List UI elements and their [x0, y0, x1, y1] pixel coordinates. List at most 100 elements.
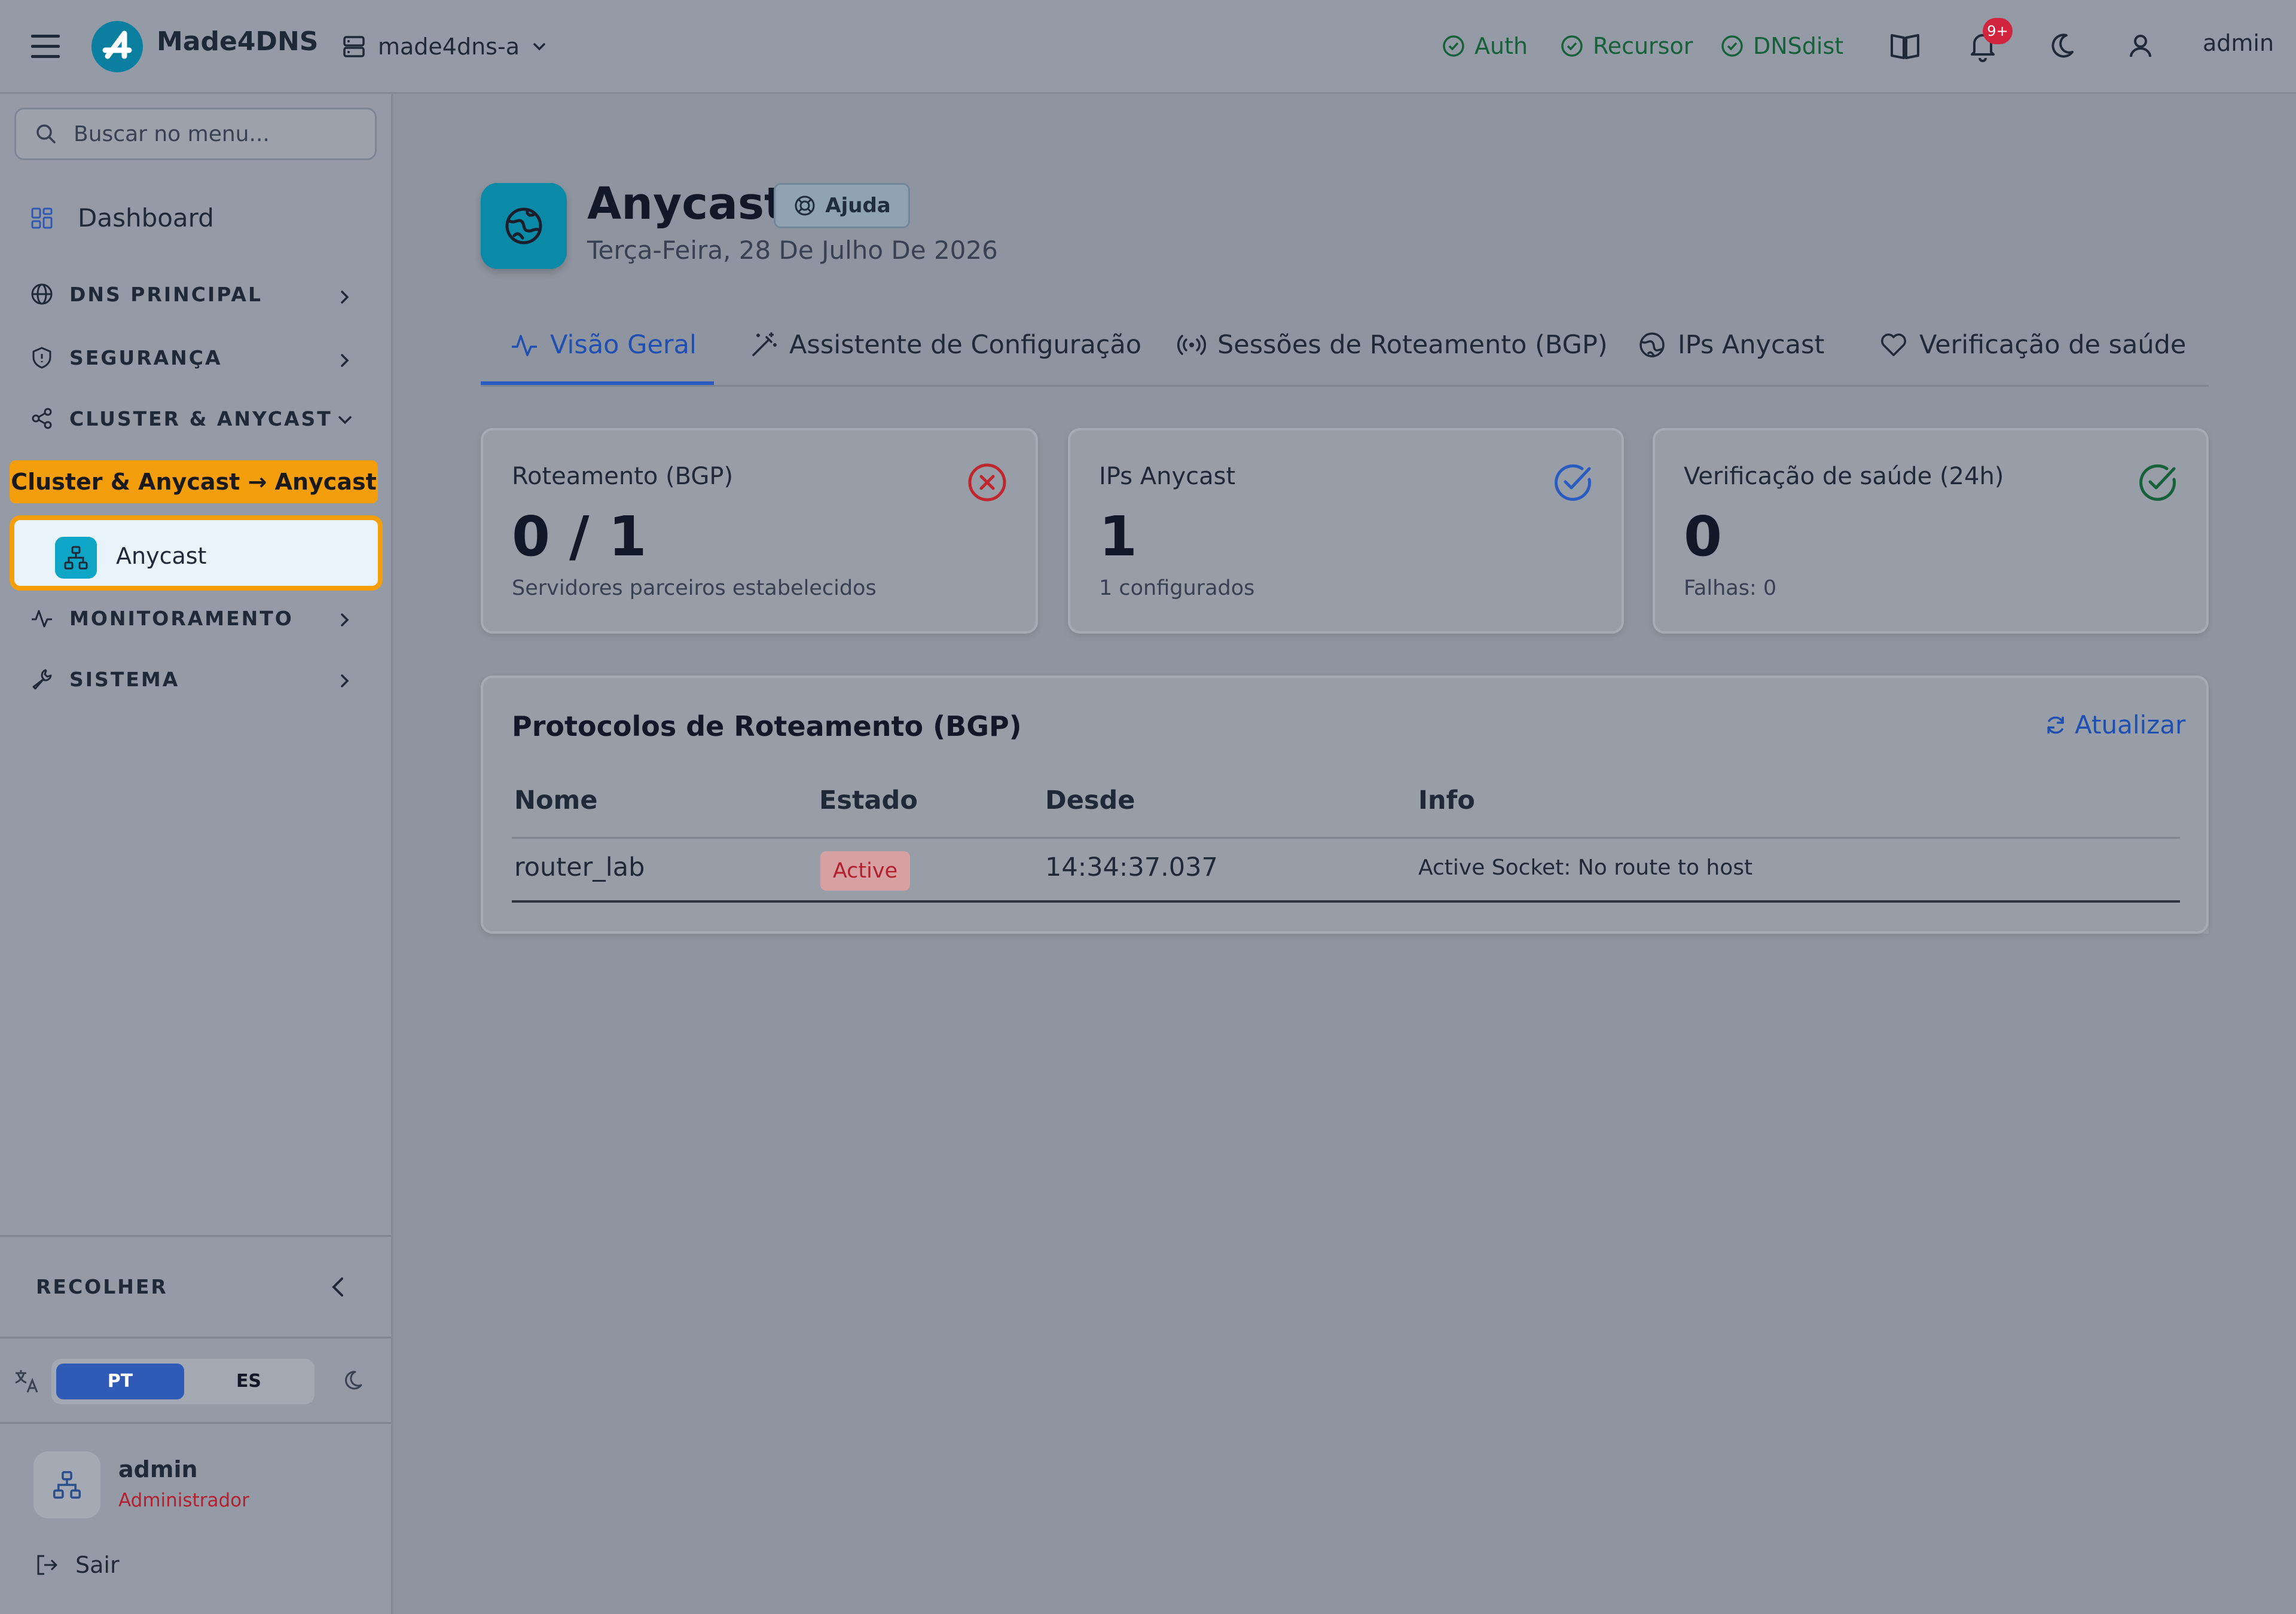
magic-wand-icon	[752, 332, 777, 356]
card-value: 0	[1684, 505, 1723, 568]
docs-book-icon[interactable]	[1886, 27, 1924, 65]
page-title: Anycast	[587, 178, 786, 230]
check-circle-icon	[1555, 464, 1591, 501]
server-name: made4dns-a	[378, 33, 520, 60]
help-button[interactable]: Ajuda	[774, 183, 910, 228]
refresh-label: Atualizar	[2075, 710, 2186, 739]
card-title: Roteamento (BGP)	[512, 463, 734, 490]
user-icon[interactable]	[2121, 27, 2160, 65]
server-selector[interactable]: made4dns-a	[341, 29, 548, 65]
lang-es-button[interactable]: ES	[189, 1364, 309, 1399]
dashboard-grid-icon	[31, 207, 53, 228]
logout-icon	[37, 1555, 57, 1575]
tab-label: Verificação de saúde	[1919, 330, 2187, 360]
user-menu[interactable]: admin	[2203, 30, 2274, 56]
panel-title: Protocolos de Roteamento (BGP)	[512, 710, 1022, 742]
sidebar-section-label: SEGURANÇA	[69, 346, 222, 369]
tab-label: Sessões de Roteamento (BGP)	[1217, 330, 1608, 360]
bgp-protocols-panel: Protocolos de Roteamento (BGP) Atualizar…	[481, 675, 2209, 934]
sidebar-section-cluster[interactable]: CLUSTER & ANYCAST	[30, 406, 332, 430]
globe-icon	[1639, 332, 1665, 357]
page-date: Terça-Feira, 28 De Julho De 2026	[587, 236, 998, 265]
status-badge: Active	[820, 851, 910, 891]
tab-setup-wizard[interactable]: Assistente de Configuração	[749, 323, 1141, 385]
share-nodes-icon	[32, 408, 52, 429]
tab-bgp-sessions[interactable]: Sessões de Roteamento (BGP)	[1177, 323, 1608, 385]
refresh-icon	[2047, 716, 2064, 733]
lifebuoy-icon	[795, 195, 815, 216]
menu-toggle-icon[interactable]	[26, 27, 66, 65]
sidebar-section-dns[interactable]: DNS PRINCIPAL	[30, 282, 262, 306]
sidebar-item-label: Dashboard	[78, 203, 214, 233]
search-input[interactable]	[72, 121, 362, 147]
anycast-page-icon	[481, 183, 567, 269]
tab-label: IPs Anycast	[1678, 330, 1825, 360]
sidebar-section-label: CLUSTER & ANYCAST	[69, 406, 332, 430]
brand-logo-icon	[90, 19, 145, 74]
check-circle-icon	[1443, 35, 1464, 57]
logout-label: Sair	[75, 1552, 120, 1578]
user-role: Administrador	[118, 1490, 249, 1511]
chevron-left-icon	[332, 1277, 343, 1297]
menu-search[interactable]	[14, 108, 377, 160]
globe-icon	[31, 283, 53, 305]
sidebar-section-system[interactable]: SISTEMA	[30, 667, 179, 691]
lang-pt-button[interactable]: PT	[56, 1364, 184, 1399]
notification-badge: 9+	[1983, 18, 2013, 44]
translate-icon	[15, 1370, 38, 1393]
language-switch: PT ES	[51, 1359, 315, 1404]
service-status-auth[interactable]: Auth	[1441, 27, 1528, 65]
tab-overview[interactable]: Visão Geral	[481, 323, 714, 385]
sidebar-section-label: SISTEMA	[69, 667, 180, 691]
avatar	[33, 1451, 100, 1518]
column-header-name: Nome	[514, 785, 598, 815]
check-circle-icon	[1721, 35, 1743, 57]
sidebar-item-dashboard[interactable]: Dashboard	[30, 203, 214, 233]
stat-card-health: Verificação de saúde (24h) 0 Falhas: 0	[1653, 428, 2209, 634]
sidebar-collapse[interactable]: RECOLHER	[0, 1235, 391, 1338]
tab-bar: Visão Geral Assistente de Configuração S…	[481, 323, 2209, 387]
x-circle-icon	[968, 463, 1006, 502]
tab-health-check[interactable]: Verificação de saúde	[1879, 323, 2186, 385]
network-icon	[53, 1471, 81, 1499]
tab-label: Assistente de Configuração	[789, 330, 1142, 360]
tab-anycast-ips[interactable]: IPs Anycast	[1637, 323, 1824, 385]
table-divider	[512, 900, 2180, 903]
sidebar-section-security[interactable]: SEGURANÇA	[30, 346, 222, 369]
moon-icon[interactable]	[2042, 27, 2081, 65]
sidebar-section-label: DNS PRINCIPAL	[69, 282, 262, 306]
top-bar: Made4DNS made4dns-a Auth Recursor DNSdis…	[0, 0, 2296, 94]
moon-icon[interactable]	[338, 1367, 366, 1395]
tab-label: Visão Geral	[550, 330, 697, 360]
chevron-right-icon	[341, 674, 349, 687]
chevron-right-icon	[341, 354, 349, 367]
cell-since: 14:34:37.037	[1045, 852, 1218, 882]
logout-button[interactable]: Sair	[35, 1552, 120, 1578]
broadcast-icon	[1177, 335, 1206, 355]
help-label: Ajuda	[825, 194, 891, 218]
card-title: IPs Anycast	[1099, 463, 1236, 490]
service-label: DNSdist	[1753, 33, 1844, 59]
sidebar-section-monitoring[interactable]: MONITORAMENTO	[30, 606, 294, 630]
card-subtitle: Falhas: 0	[1684, 576, 1777, 600]
card-subtitle: Servidores parceiros estabelecidos	[512, 576, 877, 600]
server-icon	[343, 36, 365, 57]
sidebar-item-anycast[interactable]: Anycast	[10, 515, 383, 591]
sidebar-section-label: MONITORAMENTO	[69, 606, 294, 630]
service-status-recursor[interactable]: Recursor	[1559, 27, 1693, 65]
sidebar-item-label: Anycast	[116, 543, 207, 569]
shield-icon	[32, 347, 51, 369]
card-value: 0 / 1	[512, 505, 647, 568]
service-status-dnsdist[interactable]: DNSdist	[1720, 27, 1843, 65]
brand-name: Made4DNS	[157, 26, 319, 57]
refresh-button[interactable]: Atualizar	[2044, 710, 2185, 739]
check-circle-icon	[2139, 464, 2176, 501]
table-row[interactable]: router_lab Active 14:34:37.037 Active So…	[483, 839, 2206, 900]
card-value: 1	[1099, 505, 1138, 568]
user-name: admin	[118, 1456, 198, 1482]
service-label: Recursor	[1593, 33, 1693, 59]
language-bar: PT ES	[0, 1337, 391, 1424]
stat-card-bgp: Roteamento (BGP) 0 / 1 Servidores parcei…	[481, 428, 1038, 634]
service-label: Auth	[1474, 33, 1528, 59]
activity-icon	[512, 335, 537, 356]
